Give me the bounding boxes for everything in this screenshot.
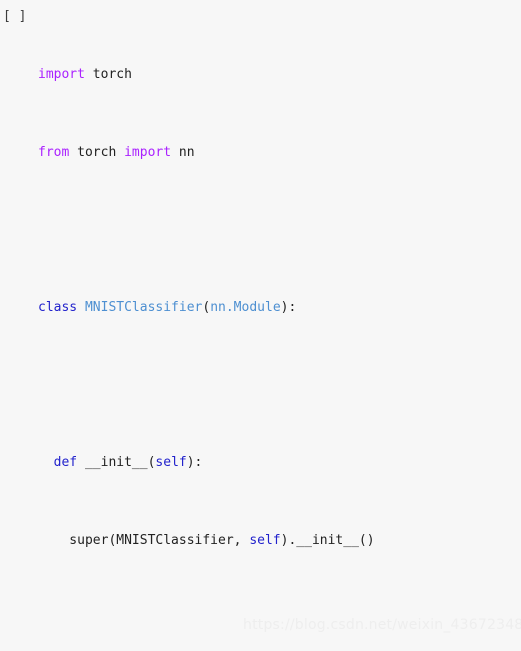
colab-code-cell-screenshot: [ ] import torch from torch import nn cl… <box>0 0 521 651</box>
token-keyword: class <box>38 300 78 316</box>
token-plain: __init__( <box>77 455 156 471</box>
code-line: super(MNISTClassifier, self).__init__() <box>38 531 521 550</box>
token-plain: torch <box>84 67 132 83</box>
run-cell-indicator[interactable]: [ ] <box>3 7 26 26</box>
token-class-name: nn.Module <box>210 300 281 316</box>
token-plain: ).__init__() <box>280 532 375 548</box>
token-keyword: import <box>124 144 172 160</box>
code-line: def __init__(self): <box>38 453 521 472</box>
code-line: from torch import nn <box>38 143 521 162</box>
token-keyword: from <box>38 144 70 160</box>
code-cell[interactable]: [ ] import torch from torch import nn cl… <box>0 0 521 651</box>
token-plain: torch <box>69 144 125 160</box>
code-line: class MNISTClassifier(nn.Module): <box>38 298 521 317</box>
token-keyword: def <box>53 455 78 471</box>
code-editor[interactable]: import torch from torch import nn class … <box>38 7 521 651</box>
token-class-name: MNISTClassifier <box>84 300 203 316</box>
token-keyword: import <box>38 67 85 83</box>
token-plain: nn <box>171 144 195 160</box>
token-plain: ): <box>280 300 297 316</box>
token-plain: super(MNISTClassifier, <box>38 532 250 548</box>
token-plain: ): <box>186 455 203 471</box>
code-line: import torch <box>38 65 521 84</box>
cell-gutter: [ ] <box>0 0 38 651</box>
token-self: self <box>155 455 187 471</box>
token-self: self <box>249 532 281 548</box>
